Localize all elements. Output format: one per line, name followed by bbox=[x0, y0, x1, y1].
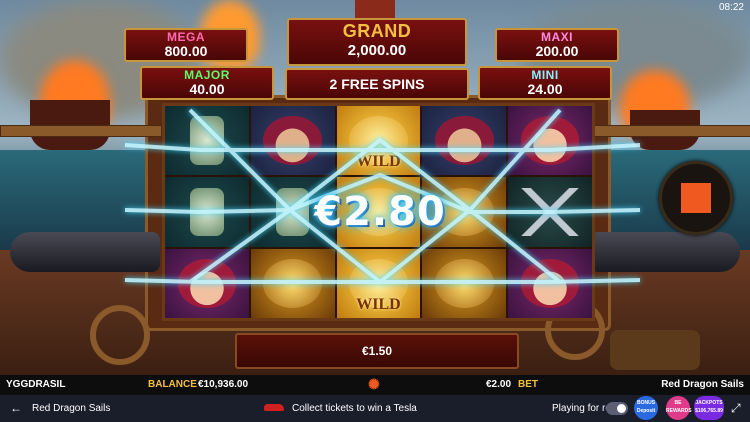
line-win-bar: €1.50 bbox=[235, 333, 519, 369]
symbol-pirate-girl bbox=[508, 248, 592, 318]
jackpot-maxi-value: 200.00 bbox=[535, 43, 579, 59]
jackpot-maxi-label: MAXI bbox=[541, 30, 573, 44]
cannonball-barrel bbox=[610, 330, 700, 370]
menu-icon[interactable]: ✺ bbox=[368, 376, 380, 393]
bottle-icon bbox=[190, 187, 224, 237]
stop-button[interactable] bbox=[659, 161, 733, 235]
jackpot-grand: GRAND 2,000.00 bbox=[287, 18, 467, 66]
symbol-golden-dragon bbox=[250, 248, 335, 318]
cannon-right bbox=[590, 232, 740, 272]
bonus-deposit-badge[interactable]: BONUS Deposit bbox=[634, 396, 658, 420]
jackpot-grand-value: 2,000.00 bbox=[347, 42, 407, 59]
jackpots-badge[interactable]: JACKPOTS $106,765.89 bbox=[694, 396, 724, 420]
cannon-left bbox=[10, 232, 160, 272]
jackpot-grand-label: GRAND bbox=[342, 21, 412, 41]
pirate-girl-icon bbox=[520, 116, 580, 165]
swords-icon bbox=[520, 187, 580, 237]
balance-label: BALANCE bbox=[148, 379, 197, 390]
symbol-bottle bbox=[165, 177, 249, 247]
jackpot-major: MAJOR 40.00 bbox=[140, 66, 274, 100]
total-win-amount: €2.80 bbox=[314, 189, 446, 235]
jackpot-mini-label: MINI bbox=[531, 68, 559, 82]
bet-value: €2.00 bbox=[486, 379, 512, 390]
symbol-wild-parrot: WILD bbox=[336, 248, 421, 318]
jackpot-mega-value: 800.00 bbox=[164, 43, 208, 59]
jackpot-major-value: 40.00 bbox=[189, 81, 225, 97]
badge-line1: JACKPOTS bbox=[695, 400, 723, 406]
symbol-pirate-man bbox=[422, 106, 507, 176]
line-win-value: €1.50 bbox=[361, 344, 393, 358]
jackpot-maxi: MAXI 200.00 bbox=[495, 28, 619, 62]
jackpot-mini: MINI 24.00 bbox=[478, 66, 612, 100]
badge-line1: BONUS bbox=[636, 400, 656, 406]
pirate-man-icon bbox=[434, 116, 494, 165]
symbol-pirate-man bbox=[250, 106, 335, 176]
symbol-pirate-girl bbox=[508, 106, 592, 176]
ship-wheel-left bbox=[90, 305, 150, 365]
play-for-real-toggle[interactable] bbox=[606, 402, 628, 415]
promo-text[interactable]: Collect tickets to win a Tesla bbox=[292, 403, 417, 414]
badge-line2: REWARDS bbox=[666, 408, 692, 414]
clock: 08:22 bbox=[718, 2, 744, 13]
bet-label: BET bbox=[518, 379, 538, 390]
free-spins-text: 2 FREE SPINS bbox=[329, 76, 425, 92]
free-spins-panel: 2 FREE SPINS bbox=[285, 68, 469, 100]
jackpot-mega: MEGA 800.00 bbox=[124, 28, 248, 62]
jackpot-major-label: MAJOR bbox=[184, 68, 230, 82]
fullscreen-icon[interactable]: ⤢ bbox=[731, 401, 741, 416]
wild-label: WILD bbox=[356, 153, 401, 171]
tesla-car-icon bbox=[264, 404, 284, 411]
pirate-girl-icon bbox=[520, 259, 580, 308]
rail-right bbox=[590, 125, 750, 137]
balance-value: €10,936.00 bbox=[198, 379, 249, 390]
brand-label: YGGDRASIL bbox=[6, 379, 66, 390]
game-status-bar: YGGDRASIL BALANCE €10,936.00 ✺ €2.00 BET… bbox=[0, 375, 750, 395]
symbol-pirate-girl bbox=[165, 248, 249, 318]
dragon-icon bbox=[434, 259, 494, 308]
badge-line2: Deposit bbox=[636, 408, 656, 414]
wild-label: WILD bbox=[356, 296, 401, 313]
rewards-badge[interactable]: BE REWARDS bbox=[666, 396, 692, 420]
jackpot-mini-value: 24.00 bbox=[527, 81, 563, 97]
pirate-girl-icon bbox=[177, 259, 237, 308]
symbol-crossed-swords bbox=[508, 177, 592, 247]
badge-line1: BE bbox=[674, 400, 682, 406]
mast bbox=[355, 0, 395, 20]
badge-line2: $106,765.89 bbox=[695, 408, 723, 414]
dragon-icon bbox=[263, 259, 323, 308]
symbol-golden-dragon bbox=[422, 248, 507, 318]
stop-icon bbox=[681, 183, 711, 213]
bottle-icon bbox=[190, 116, 224, 165]
rail-left bbox=[0, 125, 162, 137]
jackpot-mega-label: MEGA bbox=[167, 30, 205, 44]
game-title: Red Dragon Sails bbox=[32, 403, 111, 414]
symbol-bottle bbox=[165, 106, 249, 176]
arrow-left-icon[interactable]: ← bbox=[10, 401, 22, 415]
pirate-man-icon bbox=[263, 116, 323, 165]
symbol-wild-parrot: WILD bbox=[336, 106, 421, 176]
game-name-label: Red Dragon Sails bbox=[661, 379, 744, 390]
